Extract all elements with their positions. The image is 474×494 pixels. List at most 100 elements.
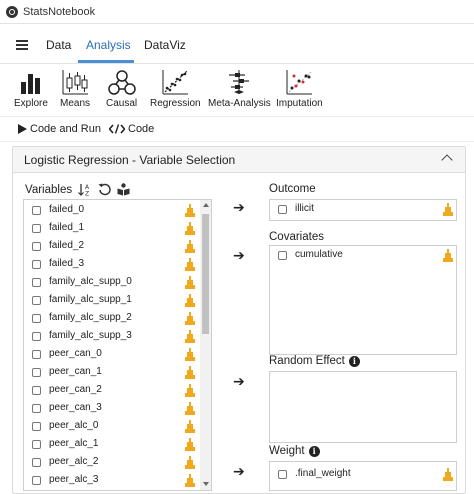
- weight-info-icon[interactable]: i: [308, 445, 320, 457]
- variable-list-item[interactable]: peer_can_1: [24, 364, 198, 382]
- causal-button[interactable]: Causal: [106, 68, 137, 109]
- move-to-covariates-arrow-icon[interactable]: ➔: [233, 247, 245, 264]
- chevron-up-icon[interactable]: [441, 154, 453, 166]
- histogram-icon: [185, 330, 195, 343]
- checkbox[interactable]: [32, 422, 41, 431]
- code-and-run-label: Code and Run: [30, 123, 101, 135]
- histogram-icon: [185, 420, 195, 433]
- means-button[interactable]: Means: [60, 68, 90, 109]
- weight-label-text: Weight: [269, 445, 305, 457]
- move-to-random-effect-arrow-icon[interactable]: ➔: [233, 373, 245, 390]
- move-to-outcome-arrow-icon[interactable]: ➔: [233, 199, 245, 216]
- variable-list-item[interactable]: peer_can_3: [24, 400, 198, 418]
- tab-dataviz[interactable]: DataViz: [144, 38, 186, 52]
- checkbox[interactable]: [32, 476, 41, 485]
- variable-list-item[interactable]: peer_alc_2: [24, 454, 198, 472]
- variable-list-item[interactable]: family_alc_supp_3: [24, 328, 198, 346]
- meta-analysis-button[interactable]: Meta-Analysis: [208, 68, 271, 109]
- checkbox[interactable]: [32, 242, 41, 251]
- checkbox[interactable]: [32, 332, 41, 341]
- reset-icon[interactable]: [98, 183, 111, 196]
- book-reader-icon[interactable]: [117, 183, 130, 196]
- checkbox[interactable]: [32, 278, 41, 287]
- bar-chart-icon: [20, 74, 40, 94]
- checkbox[interactable]: [32, 314, 41, 323]
- panel-title: Logistic Regression - Variable Selection: [24, 153, 236, 167]
- code-bar: Code and Run Code: [0, 116, 474, 142]
- histogram-icon: [443, 203, 453, 216]
- variable-name: peer_can_0: [49, 348, 102, 359]
- forest-plot-icon: [229, 70, 250, 94]
- checkbox[interactable]: [32, 404, 41, 413]
- checkbox[interactable]: [32, 260, 41, 269]
- hamburger-menu-icon[interactable]: [16, 40, 28, 50]
- variable-list-item[interactable]: peer_can_0: [24, 346, 198, 364]
- checkbox[interactable]: [278, 251, 287, 260]
- histogram-icon: [185, 474, 195, 487]
- tab-analysis[interactable]: Analysis: [86, 38, 131, 52]
- code-button[interactable]: Code: [109, 123, 154, 135]
- variable-list-item[interactable]: failed_2: [24, 238, 198, 256]
- histogram-icon: [185, 348, 195, 361]
- analysis-toolbar: Explore Means Causal Regression Meta-Ana…: [0, 64, 474, 116]
- panel-header[interactable]: Logistic Regression - Variable Selection: [13, 147, 465, 173]
- histogram-icon: [443, 249, 453, 262]
- variable-list-item[interactable]: family_alc_supp_0: [24, 274, 198, 292]
- checkbox[interactable]: [32, 458, 41, 467]
- covariate-item[interactable]: cumulative: [270, 247, 456, 265]
- code-label: Code: [128, 123, 155, 135]
- histogram-icon: [185, 294, 195, 307]
- checkbox[interactable]: [32, 368, 41, 377]
- variable-list-item[interactable]: failed_3: [24, 256, 198, 274]
- covariates-box[interactable]: cumulative: [269, 245, 457, 355]
- regression-label: Regression: [150, 98, 201, 109]
- variable-list-item[interactable]: peer_alc_1: [24, 436, 198, 454]
- histogram-icon: [185, 438, 195, 451]
- random-effect-info-icon[interactable]: i: [348, 355, 360, 367]
- histogram-icon: [185, 456, 195, 469]
- imputation-scatter-icon: [286, 70, 313, 95]
- tab-data[interactable]: Data: [46, 38, 71, 52]
- variable-list-item[interactable]: family_alc_supp_2: [24, 310, 198, 328]
- imputation-button[interactable]: Imputation: [276, 68, 323, 109]
- move-to-weight-arrow-icon[interactable]: ➔: [233, 463, 245, 480]
- weight-item[interactable]: .final_weight: [270, 466, 456, 484]
- outcome-item[interactable]: illicit: [270, 201, 456, 219]
- checkbox[interactable]: [32, 224, 41, 233]
- checkbox[interactable]: [32, 296, 41, 305]
- variable-name: family_alc_supp_0: [49, 276, 132, 287]
- code-brackets-icon: [109, 124, 125, 134]
- scroll-up-icon[interactable]: [203, 203, 209, 207]
- checkbox[interactable]: [278, 470, 287, 479]
- variable-name: illicit: [295, 203, 314, 214]
- code-and-run-button[interactable]: Code and Run: [18, 123, 101, 135]
- variables-scrollbar[interactable]: [200, 200, 211, 490]
- variables-list: failed_0 failed_1 failed_2 failed_3 family_a…: [23, 199, 212, 491]
- imputation-label: Imputation: [276, 98, 323, 109]
- variable-list-item[interactable]: peer_can_2: [24, 382, 198, 400]
- checkbox[interactable]: [32, 206, 41, 215]
- checkbox[interactable]: [32, 350, 41, 359]
- random-effect-label: Random Effect i: [269, 355, 360, 367]
- variable-list-item[interactable]: peer_alc_3: [24, 472, 198, 490]
- checkbox[interactable]: [32, 440, 41, 449]
- random-effect-box[interactable]: [269, 371, 457, 443]
- variable-list-item[interactable]: peer_alc_0: [24, 418, 198, 436]
- variable-name: peer_alc_0: [49, 420, 99, 431]
- outcome-box[interactable]: illicit: [269, 199, 457, 221]
- outcome-label-text: Outcome: [269, 183, 316, 195]
- sort-az-icon[interactable]: A Z: [78, 183, 92, 196]
- variable-name: failed_3: [49, 258, 85, 269]
- scroll-down-icon[interactable]: [203, 482, 209, 486]
- checkbox[interactable]: [32, 386, 41, 395]
- variable-list-item[interactable]: failed_0: [24, 202, 198, 220]
- explore-button[interactable]: Explore: [14, 68, 48, 109]
- app-title: StatsNotebook: [23, 5, 96, 18]
- weight-box[interactable]: .final_weight: [269, 461, 457, 491]
- checkbox[interactable]: [278, 205, 287, 214]
- variable-name: failed_0: [49, 204, 85, 215]
- variable-list-item[interactable]: family_alc_supp_1: [24, 292, 198, 310]
- scroll-thumb[interactable]: [202, 214, 209, 334]
- variable-list-item[interactable]: failed_1: [24, 220, 198, 238]
- regression-button[interactable]: Regression: [150, 68, 201, 109]
